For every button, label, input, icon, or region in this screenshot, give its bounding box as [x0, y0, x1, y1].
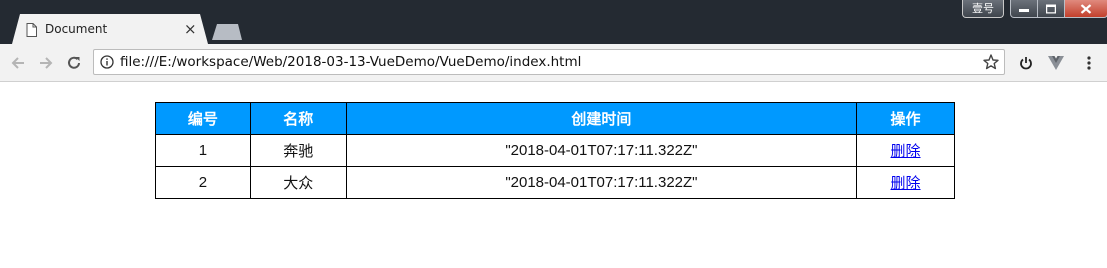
arrow-right-icon[interactable] — [37, 54, 55, 72]
browser-toolbar: file:///E:/workspace/Web/2018-03-13-VueD… — [0, 44, 1107, 82]
table-header-row: 编号 名称 创建时间 操作 — [155, 102, 955, 135]
cell-created-time: "2018-04-01T07:17:11.322Z" — [345, 166, 858, 199]
column-header-id: 编号 — [155, 102, 251, 135]
arrow-left-icon[interactable] — [9, 54, 27, 72]
browser-titlebar: Document × 壹号 — [0, 0, 1107, 44]
table-row: 1 奔驰 "2018-04-01T07:17:11.322Z" 删除 — [155, 134, 955, 167]
maximize-icon — [1046, 4, 1056, 13]
cell-name: 奔驰 — [249, 134, 347, 167]
browser-tab[interactable] — [12, 14, 208, 44]
address-bar[interactable]: file:///E:/workspace/Web/2018-03-13-VueD… — [93, 49, 1005, 75]
car-table: 编号 名称 创建时间 操作 1 奔驰 "2018-04-01T07:17:11.… — [155, 102, 955, 199]
url-text[interactable]: file:///E:/workspace/Web/2018-03-13-VueD… — [120, 54, 581, 70]
new-tab-button[interactable] — [212, 24, 242, 40]
cell-id: 2 — [155, 166, 251, 199]
cell-id: 1 — [155, 134, 251, 167]
tab-close-button[interactable]: × — [184, 21, 197, 37]
maximize-button[interactable] — [1037, 0, 1065, 18]
cell-created-time: "2018-04-01T07:17:11.322Z" — [345, 134, 858, 167]
delete-link[interactable]: 删除 — [891, 143, 921, 160]
more-vertical-icon[interactable] — [1080, 54, 1098, 72]
tab-title: Document — [45, 22, 108, 36]
cell-name: 大众 — [249, 166, 347, 199]
cell-actions: 删除 — [856, 166, 955, 199]
minimize-button[interactable] — [1010, 0, 1038, 18]
info-icon[interactable] — [100, 55, 114, 69]
column-header-actions: 操作 — [856, 102, 955, 135]
window-close-button[interactable] — [1064, 0, 1107, 18]
cell-actions: 删除 — [856, 134, 955, 167]
minimize-icon — [1019, 8, 1029, 12]
power-icon[interactable] — [1017, 54, 1035, 72]
table-row: 2 大众 "2018-04-01T07:17:11.322Z" 删除 — [155, 166, 955, 199]
delete-link[interactable]: 删除 — [891, 175, 921, 192]
column-header-created-time: 创建时间 — [345, 102, 858, 135]
reload-icon[interactable] — [65, 54, 83, 72]
page-content: 编号 名称 创建时间 操作 1 奔驰 "2018-04-01T07:17:11.… — [0, 82, 1107, 268]
profile-button[interactable]: 壹号 — [962, 0, 1004, 18]
document-icon — [26, 23, 37, 37]
star-icon[interactable] — [982, 53, 1000, 71]
vue-devtools-icon[interactable] — [1047, 54, 1065, 72]
close-icon — [1080, 4, 1092, 13]
column-header-name: 名称 — [249, 102, 347, 135]
